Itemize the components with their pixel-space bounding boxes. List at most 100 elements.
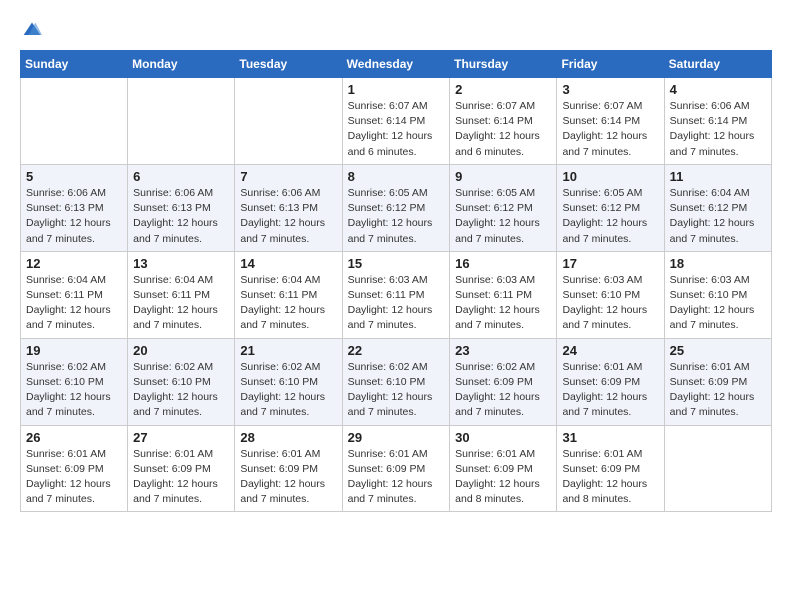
calendar-cell: 18 Sunrise: 6:03 AM Sunset: 6:10 PM Dayli… [664,251,771,338]
day-number: 15 [348,256,445,271]
day-detail: Sunrise: 6:01 AM Sunset: 6:09 PM Dayligh… [348,447,445,508]
day-number: 18 [670,256,766,271]
day-detail: Sunrise: 6:04 AM Sunset: 6:11 PM Dayligh… [133,273,229,334]
day-detail: Sunrise: 6:03 AM Sunset: 6:11 PM Dayligh… [455,273,551,334]
day-number: 9 [455,169,551,184]
day-header-tuesday: Tuesday [235,51,342,78]
day-detail: Sunrise: 6:02 AM Sunset: 6:09 PM Dayligh… [455,360,551,421]
day-number: 26 [26,430,122,445]
calendar-cell: 6 Sunrise: 6:06 AM Sunset: 6:13 PM Daylig… [128,164,235,251]
day-detail: Sunrise: 6:05 AM Sunset: 6:12 PM Dayligh… [562,186,658,247]
day-detail: Sunrise: 6:02 AM Sunset: 6:10 PM Dayligh… [133,360,229,421]
calendar-cell: 24 Sunrise: 6:01 AM Sunset: 6:09 PM Dayli… [557,338,664,425]
day-detail: Sunrise: 6:01 AM Sunset: 6:09 PM Dayligh… [240,447,336,508]
day-number: 29 [348,430,445,445]
day-detail: Sunrise: 6:06 AM Sunset: 6:13 PM Dayligh… [26,186,122,247]
day-header-wednesday: Wednesday [342,51,450,78]
day-detail: Sunrise: 6:03 AM Sunset: 6:10 PM Dayligh… [562,273,658,334]
day-number: 2 [455,82,551,97]
day-detail: Sunrise: 6:04 AM Sunset: 6:11 PM Dayligh… [240,273,336,334]
calendar-cell [235,78,342,165]
day-number: 25 [670,343,766,358]
day-number: 14 [240,256,336,271]
day-detail: Sunrise: 6:06 AM Sunset: 6:14 PM Dayligh… [670,99,766,160]
day-number: 3 [562,82,658,97]
day-detail: Sunrise: 6:06 AM Sunset: 6:13 PM Dayligh… [240,186,336,247]
day-header-monday: Monday [128,51,235,78]
calendar-cell: 1 Sunrise: 6:07 AM Sunset: 6:14 PM Daylig… [342,78,450,165]
day-number: 12 [26,256,122,271]
calendar-cell [664,425,771,512]
calendar-cell: 2Sunrise: 6:07 AM Sunset: 6:14 PM Daylig… [450,78,557,165]
calendar-week-5: 26 Sunrise: 6:01 AM Sunset: 6:09 PM Dayli… [21,425,772,512]
calendar-week-2: 5 Sunrise: 6:06 AM Sunset: 6:13 PM Daylig… [21,164,772,251]
calendar-cell: 27Sunrise: 6:01 AM Sunset: 6:09 PM Dayli… [128,425,235,512]
calendar-cell: 4 Sunrise: 6:06 AM Sunset: 6:14 PM Daylig… [664,78,771,165]
day-detail: Sunrise: 6:07 AM Sunset: 6:14 PM Dayligh… [562,99,658,160]
day-number: 7 [240,169,336,184]
day-detail: Sunrise: 6:01 AM Sunset: 6:09 PM Dayligh… [670,360,766,421]
day-detail: Sunrise: 6:04 AM Sunset: 6:12 PM Dayligh… [670,186,766,247]
calendar-cell: 25 Sunrise: 6:01 AM Sunset: 6:09 PM Dayli… [664,338,771,425]
calendar-table: SundayMondayTuesdayWednesdayThursdayFrid… [20,50,772,512]
calendar-cell: 29 Sunrise: 6:01 AM Sunset: 6:09 PM Dayli… [342,425,450,512]
day-number: 16 [455,256,551,271]
calendar-cell: 19 Sunrise: 6:02 AM Sunset: 6:10 PM Dayli… [21,338,128,425]
day-number: 20 [133,343,229,358]
day-detail: Sunrise: 6:02 AM Sunset: 6:10 PM Dayligh… [240,360,336,421]
calendar-cell [128,78,235,165]
calendar-week-4: 19 Sunrise: 6:02 AM Sunset: 6:10 PM Dayli… [21,338,772,425]
day-number: 5 [26,169,122,184]
day-number: 13 [133,256,229,271]
calendar-cell: 31 Sunrise: 6:01 AM Sunset: 6:09 PM Dayli… [557,425,664,512]
day-detail: Sunrise: 6:07 AM Sunset: 6:14 PM Dayligh… [348,99,445,160]
day-detail: Sunrise: 6:03 AM Sunset: 6:10 PM Dayligh… [670,273,766,334]
day-detail: Sunrise: 6:01 AM Sunset: 6:09 PM Dayligh… [133,447,229,508]
day-number: 23 [455,343,551,358]
calendar-cell: 9Sunrise: 6:05 AM Sunset: 6:12 PM Daylig… [450,164,557,251]
day-detail: Sunrise: 6:02 AM Sunset: 6:10 PM Dayligh… [348,360,445,421]
day-detail: Sunrise: 6:01 AM Sunset: 6:09 PM Dayligh… [26,447,122,508]
day-number: 17 [562,256,658,271]
calendar-cell: 30Sunrise: 6:01 AM Sunset: 6:09 PM Dayli… [450,425,557,512]
calendar-cell: 11 Sunrise: 6:04 AM Sunset: 6:12 PM Dayli… [664,164,771,251]
day-number: 4 [670,82,766,97]
day-number: 6 [133,169,229,184]
calendar-cell: 22 Sunrise: 6:02 AM Sunset: 6:10 PM Dayli… [342,338,450,425]
calendar-cell: 21Sunrise: 6:02 AM Sunset: 6:10 PM Dayli… [235,338,342,425]
logo-icon [22,20,42,40]
calendar-header-row: SundayMondayTuesdayWednesdayThursdayFrid… [21,51,772,78]
calendar-week-1: 1 Sunrise: 6:07 AM Sunset: 6:14 PM Daylig… [21,78,772,165]
day-detail: Sunrise: 6:01 AM Sunset: 6:09 PM Dayligh… [562,447,658,508]
day-header-friday: Friday [557,51,664,78]
day-number: 19 [26,343,122,358]
calendar-cell [21,78,128,165]
day-number: 24 [562,343,658,358]
calendar-cell: 15 Sunrise: 6:03 AM Sunset: 6:11 PM Dayli… [342,251,450,338]
calendar-cell: 5 Sunrise: 6:06 AM Sunset: 6:13 PM Daylig… [21,164,128,251]
calendar-cell: 10Sunrise: 6:05 AM Sunset: 6:12 PM Dayli… [557,164,664,251]
day-detail: Sunrise: 6:03 AM Sunset: 6:11 PM Dayligh… [348,273,445,334]
day-number: 11 [670,169,766,184]
calendar-week-3: 12 Sunrise: 6:04 AM Sunset: 6:11 PM Dayli… [21,251,772,338]
day-header-sunday: Sunday [21,51,128,78]
day-detail: Sunrise: 6:06 AM Sunset: 6:13 PM Dayligh… [133,186,229,247]
day-detail: Sunrise: 6:05 AM Sunset: 6:12 PM Dayligh… [348,186,445,247]
day-number: 1 [348,82,445,97]
calendar-cell: 13 Sunrise: 6:04 AM Sunset: 6:11 PM Dayli… [128,251,235,338]
calendar-cell: 3 Sunrise: 6:07 AM Sunset: 6:14 PM Daylig… [557,78,664,165]
page-header [20,20,772,40]
day-number: 28 [240,430,336,445]
calendar-cell: 26 Sunrise: 6:01 AM Sunset: 6:09 PM Dayli… [21,425,128,512]
calendar-cell: 14 Sunrise: 6:04 AM Sunset: 6:11 PM Dayli… [235,251,342,338]
day-number: 31 [562,430,658,445]
day-detail: Sunrise: 6:02 AM Sunset: 6:10 PM Dayligh… [26,360,122,421]
day-number: 22 [348,343,445,358]
day-header-thursday: Thursday [450,51,557,78]
day-detail: Sunrise: 6:01 AM Sunset: 6:09 PM Dayligh… [562,360,658,421]
logo [20,20,42,40]
calendar-cell: 28 Sunrise: 6:01 AM Sunset: 6:09 PM Dayli… [235,425,342,512]
calendar-cell: 16 Sunrise: 6:03 AM Sunset: 6:11 PM Dayli… [450,251,557,338]
calendar-cell: 7 Sunrise: 6:06 AM Sunset: 6:13 PM Daylig… [235,164,342,251]
day-detail: Sunrise: 6:04 AM Sunset: 6:11 PM Dayligh… [26,273,122,334]
